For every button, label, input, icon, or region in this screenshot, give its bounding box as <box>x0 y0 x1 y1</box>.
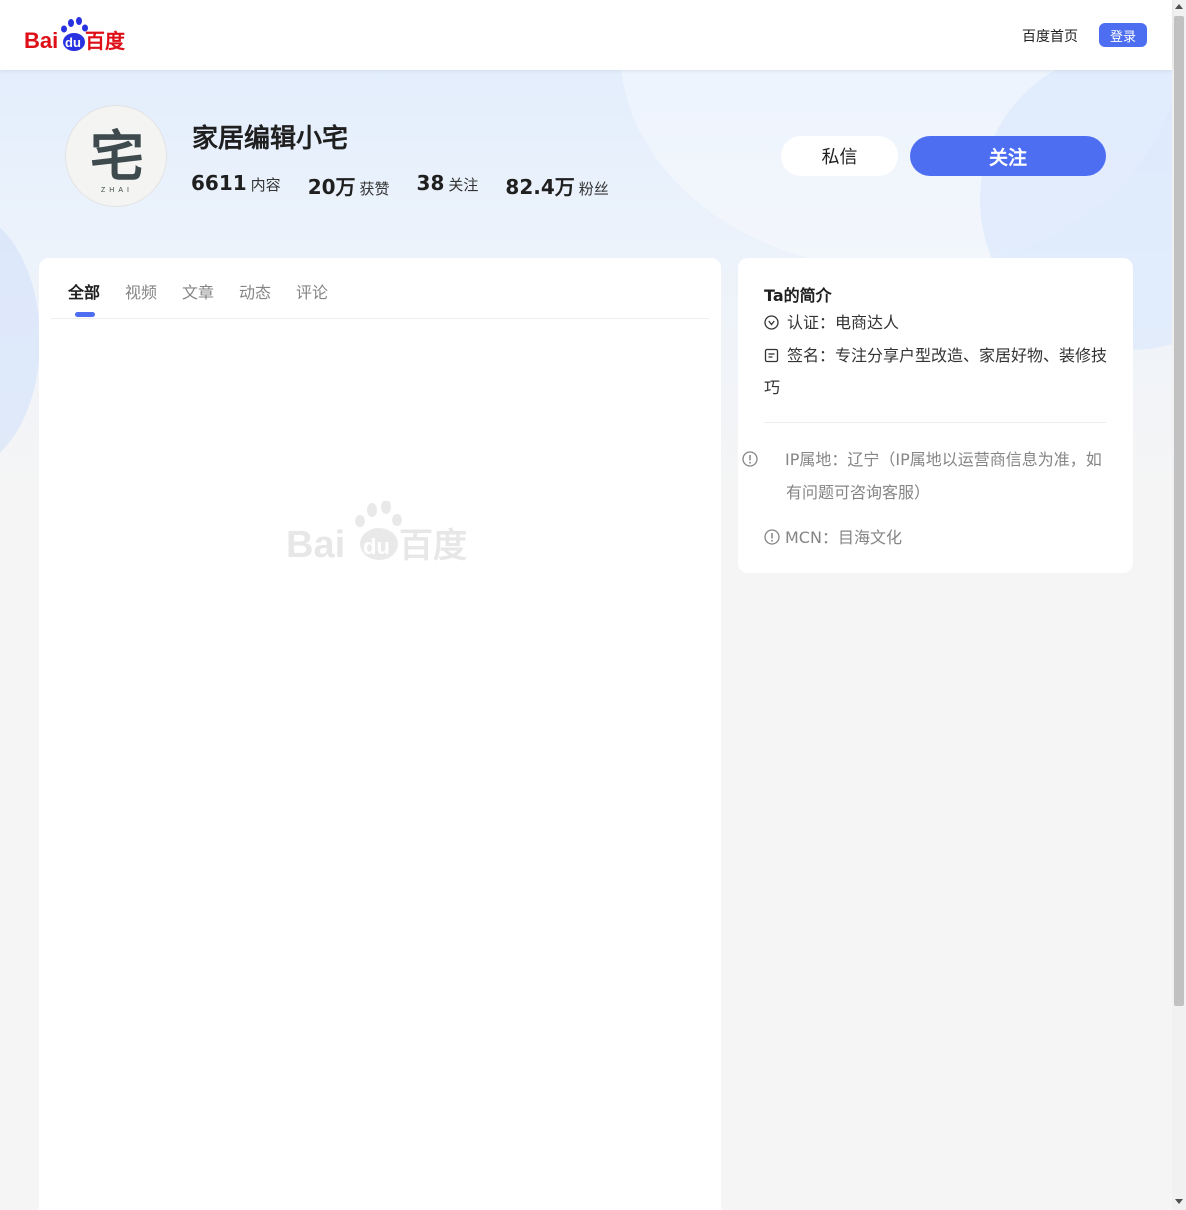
stat-label: 获赞 <box>359 180 390 198</box>
info-icon <box>742 445 780 467</box>
svg-text:du: du <box>363 534 390 559</box>
stat-label: 关注 <box>448 176 479 194</box>
signature-row: 签名：专注分享户型改造、家居好物、装修技巧 <box>764 340 1109 404</box>
loading-baidu-logo: Bai du 百度 <box>286 500 474 566</box>
svg-text:百度: 百度 <box>85 29 126 53</box>
certification-row: 认证：电商达人 <box>764 307 899 339</box>
login-button[interactable]: 登录 <box>1099 23 1147 47</box>
private-message-button[interactable]: 私信 <box>781 136 898 176</box>
tab-comment[interactable]: 评论 <box>296 279 328 303</box>
stat-label: 粉丝 <box>578 180 609 198</box>
stat-value: 6611 <box>191 171 247 195</box>
stat-content[interactable]: 6611 内容 <box>191 171 281 200</box>
intro-card: Ta的简介 认证：电商达人 签名：专注分享户型改造、家居好物、装修技巧 IP属地… <box>738 258 1133 573</box>
mcn-row: MCN：目海文化 <box>764 521 1109 554</box>
svg-text:du: du <box>65 35 81 50</box>
profile-name: 家居编辑小宅 <box>192 124 349 154</box>
certification-text: 认证：电商达人 <box>787 313 900 332</box>
svg-text:宅: 宅 <box>90 124 144 188</box>
mcn-text: MCN：目海文化 <box>785 528 902 547</box>
scroll-down-icon[interactable] <box>1175 1199 1183 1204</box>
scroll-up-icon[interactable] <box>1175 4 1183 9</box>
profile-stats: 6611 内容 20万 获赞 38 关注 82.4万 粉丝 <box>191 171 636 200</box>
stat-label: 内容 <box>250 176 281 194</box>
verified-check-icon <box>764 309 779 330</box>
avatar[interactable]: 宅 ZHAI <box>65 105 167 207</box>
ip-location-row: IP属地：辽宁（IP属地以运营商信息为准，如有问题可咨询客服） <box>742 443 1109 509</box>
tab-video[interactable]: 视频 <box>125 279 157 303</box>
svg-text:ZHAI: ZHAI <box>101 187 133 194</box>
svg-text:Bai: Bai <box>24 28 58 53</box>
top-header: Bai du 百度 百度首页 登录 <box>0 0 1172 70</box>
svg-text:Bai: Bai <box>286 524 345 563</box>
info-icon <box>764 523 780 545</box>
ip-location-text: IP属地：辽宁（IP属地以运营商信息为准，如有问题可咨询客服） <box>785 450 1102 502</box>
baidu-logo[interactable]: Bai du 百度 <box>22 17 128 53</box>
content-card: 全部 视频 文章 动态 评论 Bai du 百度 <box>39 258 721 1210</box>
stat-value: 38 <box>416 171 445 195</box>
svg-text:百度: 百度 <box>399 526 467 563</box>
active-tab-indicator <box>75 312 95 317</box>
stat-likes: 20万 获赞 <box>308 171 390 200</box>
stat-fans[interactable]: 82.4万 粉丝 <box>505 171 608 200</box>
signature-text: 签名：专注分享户型改造、家居好物、装修技巧 <box>764 346 1108 397</box>
page-scrollbar[interactable] <box>1172 0 1186 1210</box>
baidu-home-link[interactable]: 百度首页 <box>1022 26 1078 46</box>
stat-following[interactable]: 38 关注 <box>417 171 479 200</box>
tab-dynamic[interactable]: 动态 <box>239 279 271 303</box>
intro-divider <box>764 422 1106 423</box>
stat-value: 82.4万 <box>505 175 575 199</box>
content-tabs: 全部 视频 文章 动态 评论 <box>51 258 709 319</box>
scroll-thumb[interactable] <box>1174 16 1184 1006</box>
document-icon <box>764 342 779 363</box>
tab-article[interactable]: 文章 <box>182 279 214 303</box>
follow-button[interactable]: 关注 <box>910 136 1106 176</box>
tab-all[interactable]: 全部 <box>68 279 100 303</box>
intro-title: Ta的简介 <box>764 286 832 305</box>
stat-value: 20万 <box>307 175 356 199</box>
